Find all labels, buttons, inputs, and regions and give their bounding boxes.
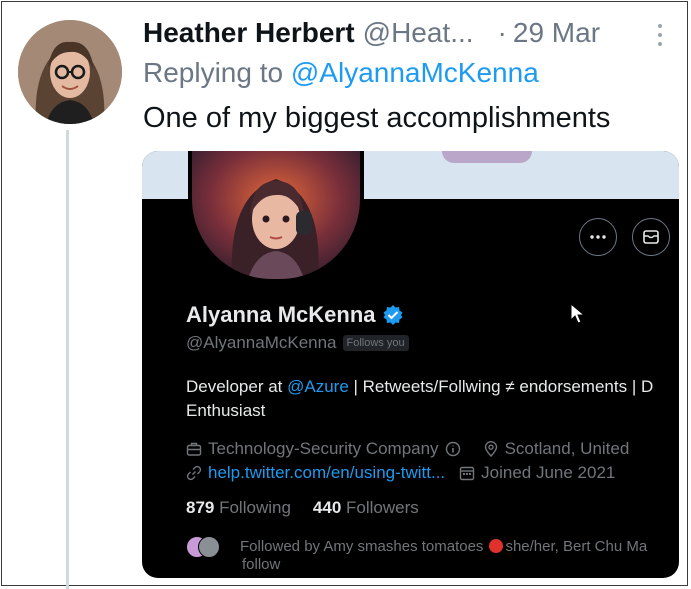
link-icon: [186, 465, 202, 481]
bio-suffix: | Retweets/Follwing ≠ endorsements | D: [348, 377, 654, 396]
profile-handle-row: @AlyannaMcKenna Follows you: [186, 333, 409, 353]
more-vertical-icon[interactable]: [653, 20, 667, 50]
tweet-header: Heather Herbert @Heat... · 29 Mar: [143, 15, 600, 51]
tomato-emoji-icon: [489, 539, 504, 553]
followed-by-text: Followed by Amy smashes tomatoes: [240, 537, 484, 555]
banner-shape: [442, 151, 532, 163]
tweet-image[interactable]: Alyanna McKenna @AlyannaMcKenna Follows …: [142, 151, 679, 578]
more-horizontal-icon: [590, 235, 606, 239]
separator-dot: ·: [497, 17, 507, 48]
bio-mention: @Azure: [287, 377, 349, 396]
tweet-text: One of my biggest accomplishments: [143, 102, 611, 134]
profile-meta-row1: Technology-Security Company Scotland, Un…: [186, 439, 629, 459]
location-pin-icon: [484, 441, 497, 457]
verified-badge-icon: [383, 305, 402, 325]
follows-you-badge: Follows you: [342, 335, 409, 351]
author-handle[interactable]: @Heat...: [363, 17, 474, 49]
calendar-icon: [459, 466, 475, 481]
category-item: Technology-Security Company: [186, 439, 467, 459]
profile-bio-line2: Enthusiast: [186, 401, 266, 420]
profile-bio-line1: Developer at @Azure | Retweets/Follwing …: [186, 377, 653, 397]
followers-count-item: 440 Followers: [313, 498, 419, 518]
followed-by-row: Followed by Amy smashes tomatoes she/her…: [186, 535, 648, 558]
profile-handle: @AlyannaMcKenna: [186, 333, 337, 352]
profile-meta-row2: help.twitter.com/en/using-twitt... Joine…: [186, 463, 615, 483]
link-item: help.twitter.com/en/using-twitt...: [186, 463, 445, 483]
following-count-item: 879 Following: [186, 498, 291, 518]
author-avatar[interactable]: [18, 20, 122, 124]
replying-prefix: Replying to: [143, 57, 291, 88]
profile-joined: Joined June 2021: [481, 463, 616, 482]
joined-item: Joined June 2021: [459, 463, 615, 483]
followers-label: Followers: [341, 498, 419, 517]
thread-line: [66, 130, 69, 589]
message-button[interactable]: [632, 218, 670, 256]
profile-name-row: Alyanna McKenna: [186, 302, 404, 328]
followed-by-avatars: [186, 535, 222, 558]
profile-name: Alyanna McKenna: [186, 302, 376, 327]
mail-icon: [643, 230, 659, 244]
profile-location: Scotland, United: [504, 439, 630, 458]
replying-mention-link[interactable]: @AlyannaMcKenna: [291, 57, 539, 88]
replying-to: Replying to @AlyannaMcKenna: [143, 57, 539, 89]
profile-category: Technology-Security Company: [208, 439, 439, 458]
bio-prefix: Developer at: [186, 377, 288, 396]
briefcase-icon: [186, 442, 202, 456]
location-item: Scotland, United: [483, 439, 630, 459]
mouse-cursor-icon: [570, 303, 586, 324]
tweet-date[interactable]: 29 Mar: [513, 17, 600, 49]
profile-counts: 879 Following 440 Followers: [186, 498, 419, 518]
followed-by-line2: follow: [242, 556, 281, 573]
followed-by-rest: she/her, Bert Chu Ma: [505, 537, 648, 555]
info-icon: [445, 441, 460, 457]
following-count: 879: [186, 498, 215, 517]
profile-avatar: [188, 151, 364, 283]
author-name[interactable]: Heather Herbert: [143, 17, 355, 49]
followers-count: 440: [312, 498, 342, 517]
following-label: Following: [214, 498, 291, 517]
more-options-button[interactable]: [579, 218, 617, 256]
profile-link: help.twitter.com/en/using-twitt...: [208, 463, 446, 482]
